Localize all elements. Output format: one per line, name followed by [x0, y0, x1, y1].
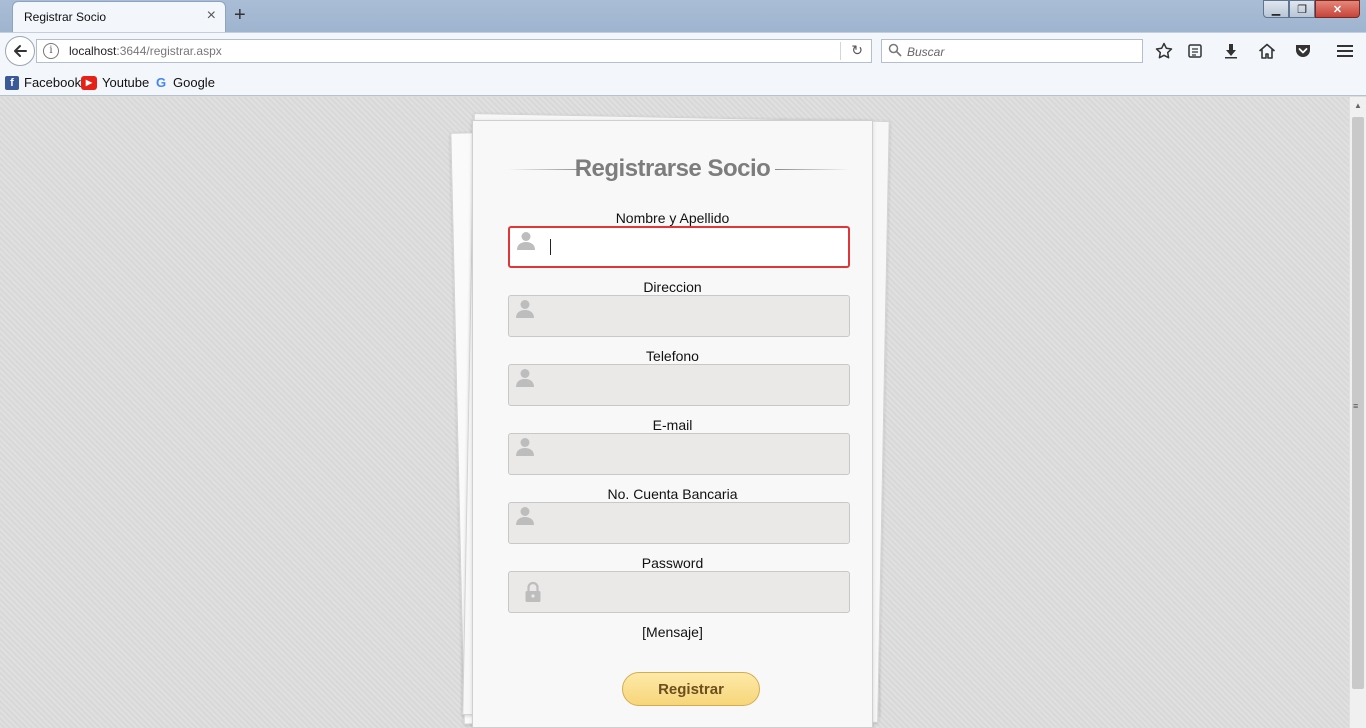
- email-field[interactable]: [508, 433, 850, 475]
- star-icon[interactable]: [1154, 41, 1174, 61]
- bookmark-label: Youtube: [102, 75, 150, 90]
- nombre-input[interactable]: [548, 237, 842, 259]
- address-bar[interactable]: i localhost:3644/registrar.aspx ↻: [36, 39, 872, 63]
- bookmark-youtube[interactable]: ▶ Youtube: [81, 75, 149, 90]
- browser-tab[interactable]: Registrar Socio ×: [12, 1, 226, 32]
- cuenta-bancaria-input[interactable]: [547, 512, 841, 534]
- search-icon: [888, 43, 902, 57]
- status-message: [Mensaje]: [642, 624, 703, 640]
- text-cursor: [550, 239, 551, 255]
- registration-form: Registrarse Socio Nombre y Apellido Dire…: [472, 120, 873, 728]
- search-placeholder: Buscar: [907, 45, 945, 59]
- download-icon[interactable]: [1221, 41, 1241, 61]
- telefono-input[interactable]: [547, 374, 841, 396]
- bookmark-label: Facebook: [24, 75, 82, 90]
- user-icon: [517, 232, 535, 250]
- pocket-icon[interactable]: [1293, 41, 1313, 61]
- tab-title: Registrar Socio: [24, 10, 107, 24]
- nombre-field[interactable]: [508, 226, 850, 268]
- back-button[interactable]: [5, 36, 35, 66]
- reading-list-icon[interactable]: [1185, 41, 1205, 61]
- window-controls: ▁ ❐ ✕: [1263, 0, 1360, 18]
- close-window-button[interactable]: ✕: [1315, 0, 1360, 18]
- field-label-email: E-mail: [652, 417, 693, 433]
- maximize-button[interactable]: ❐: [1289, 0, 1315, 18]
- cuenta-bancaria-field[interactable]: [508, 502, 850, 544]
- url-host: localhost: [69, 44, 117, 58]
- home-icon[interactable]: [1257, 41, 1277, 61]
- form-title: Registrarse Socio: [574, 155, 771, 182]
- field-label-password: Password: [641, 555, 704, 571]
- user-icon: [516, 300, 534, 318]
- user-icon: [516, 369, 534, 387]
- url-divider: [840, 42, 841, 60]
- scrollbar-grip-icon: ≡: [1353, 401, 1359, 411]
- search-bar[interactable]: Buscar: [881, 39, 1143, 63]
- tab-close-icon[interactable]: ×: [207, 7, 216, 25]
- google-icon: G: [155, 75, 167, 90]
- bookmark-label: Google: [173, 75, 215, 90]
- user-icon: [516, 438, 534, 456]
- email-input[interactable]: [547, 443, 841, 465]
- reload-icon[interactable]: ↻: [851, 42, 863, 59]
- url-text[interactable]: localhost:3644/registrar.aspx: [69, 44, 222, 58]
- user-icon: [516, 507, 534, 525]
- telefono-field[interactable]: [508, 364, 850, 406]
- bookmarks-toolbar: f Facebook ▶ Youtube G Google: [0, 68, 1366, 96]
- window-titlebar: Registrar Socio × + ▁ ❐ ✕: [0, 0, 1366, 32]
- password-input[interactable]: [547, 581, 841, 603]
- field-label-telefono: Telefono: [646, 348, 699, 364]
- field-label-cuenta: No. Cuenta Bancaria: [607, 486, 738, 502]
- site-info-icon[interactable]: i: [43, 43, 59, 59]
- minimize-button[interactable]: ▁: [1263, 0, 1289, 18]
- password-field[interactable]: [508, 571, 850, 613]
- bookmark-google[interactable]: G Google: [154, 75, 215, 90]
- field-label-direccion: Direccion: [643, 279, 702, 295]
- registrar-button[interactable]: Registrar: [622, 672, 760, 706]
- youtube-icon: ▶: [81, 75, 97, 90]
- field-label-nombre: Nombre y Apellido: [615, 210, 730, 226]
- scroll-up-arrow-icon[interactable]: ▲: [1354, 101, 1362, 110]
- vertical-scrollbar[interactable]: ▲ ≡: [1349, 97, 1366, 728]
- navigation-toolbar: i localhost:3644/registrar.aspx ↻ Buscar: [0, 32, 1366, 68]
- bookmark-facebook[interactable]: f Facebook: [5, 75, 81, 90]
- direccion-field[interactable]: [508, 295, 850, 337]
- back-arrow-icon: [14, 45, 27, 57]
- new-tab-button[interactable]: +: [234, 4, 246, 27]
- direccion-input[interactable]: [547, 305, 841, 327]
- lock-icon: [525, 581, 541, 602]
- menu-icon[interactable]: [1335, 41, 1355, 61]
- facebook-icon: f: [5, 75, 19, 90]
- url-path: :3644/registrar.aspx: [116, 44, 222, 58]
